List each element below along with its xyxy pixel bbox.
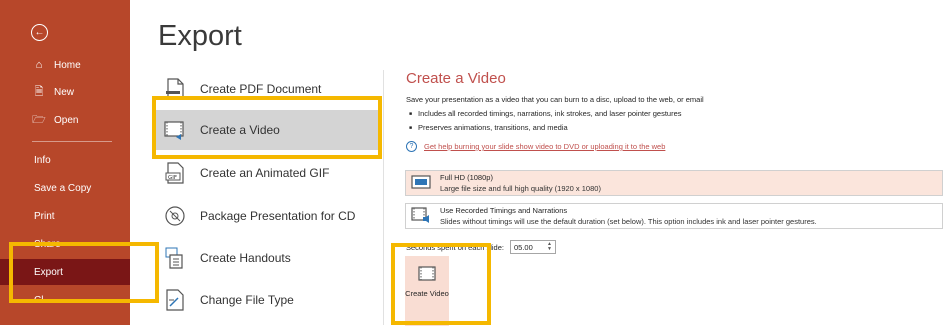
seconds-spinner[interactable]: 05.00 ▲ ▼: [509, 240, 556, 254]
resolution-subtitle: Large file size and full high quality (1…: [440, 184, 601, 193]
nav-home-label: Home: [54, 59, 81, 71]
nav-print[interactable]: Print: [0, 203, 130, 229]
bullet-item: Preserves animations, transitions, and m…: [409, 123, 568, 132]
nav-new[interactable]: 🗎 New: [0, 79, 130, 105]
highlight-create-video-button: [391, 243, 491, 325]
gif-icon: GIF: [164, 161, 186, 185]
spinner-arrows-icon[interactable]: ▲ ▼: [547, 242, 552, 252]
option-create-pdf-label: Create PDF Document: [200, 82, 322, 96]
resolution-title: Full HD (1080p): [440, 173, 493, 182]
handouts-icon: [164, 246, 186, 270]
divider: [383, 70, 384, 325]
export-main: Export Create PDF Document Create a Vide…: [130, 0, 943, 326]
option-package-cd-label: Package Presentation for CD: [200, 209, 356, 223]
help-link-row: ? Get help burning your slide show video…: [406, 141, 665, 152]
nav-save-a-copy[interactable]: Save a Copy: [0, 175, 130, 201]
option-animated-gif-label: Create an Animated GIF: [200, 166, 330, 180]
option-create-handouts[interactable]: Create Handouts: [154, 238, 382, 278]
pane-description: Save your presentation as a video that y…: [406, 95, 704, 104]
timings-subtitle: Slides without timings will use the defa…: [440, 217, 817, 226]
nav-new-label: New: [54, 86, 75, 98]
monitor-icon: [410, 174, 432, 192]
change-file-type-icon: [164, 288, 186, 312]
bullet-item: Includes all recorded timings, narration…: [409, 109, 681, 118]
pane-title: Create a Video: [406, 70, 506, 87]
highlight-export-nav: [9, 242, 159, 303]
nav-open[interactable]: 🗁 Open: [0, 107, 130, 133]
nav-save-a-copy-label: Save a Copy: [34, 182, 92, 194]
nav-info-label: Info: [34, 154, 51, 166]
seconds-value: 05.00: [513, 242, 533, 252]
help-icon: ?: [406, 141, 417, 152]
home-icon: ⌂: [35, 59, 43, 71]
folder-icon: 🗁: [32, 113, 46, 126]
nav-home[interactable]: ⌂ Home: [0, 52, 130, 78]
help-link[interactable]: Get help burning your slide show video t…: [424, 142, 665, 151]
resolution-dropdown[interactable]: Full HD (1080p) Large file size and full…: [405, 170, 943, 196]
svg-text:GIF: GIF: [168, 175, 177, 181]
timings-title: Use Recorded Timings and Narrations: [440, 206, 568, 215]
nav-open-label: Open: [54, 114, 79, 126]
narration-icon: [410, 207, 432, 225]
highlight-create-video-option: [152, 96, 382, 159]
back-arrow-icon[interactable]: ←: [31, 24, 48, 41]
cd-icon: [164, 204, 186, 228]
option-change-file-type-label: Change File Type: [200, 293, 294, 307]
option-create-handouts-label: Create Handouts: [200, 251, 291, 265]
option-change-file-type[interactable]: Change File Type: [154, 280, 382, 320]
option-animated-gif[interactable]: GIF Create an Animated GIF: [154, 153, 382, 193]
nav-separator: [32, 141, 112, 142]
nav-print-label: Print: [34, 210, 55, 222]
nav-info[interactable]: Info: [0, 147, 130, 173]
new-file-icon: 🗎: [34, 85, 44, 98]
timings-dropdown[interactable]: Use Recorded Timings and Narrations Slid…: [405, 203, 943, 229]
option-package-cd[interactable]: Package Presentation for CD: [154, 196, 382, 236]
page-title: Export: [158, 20, 242, 52]
